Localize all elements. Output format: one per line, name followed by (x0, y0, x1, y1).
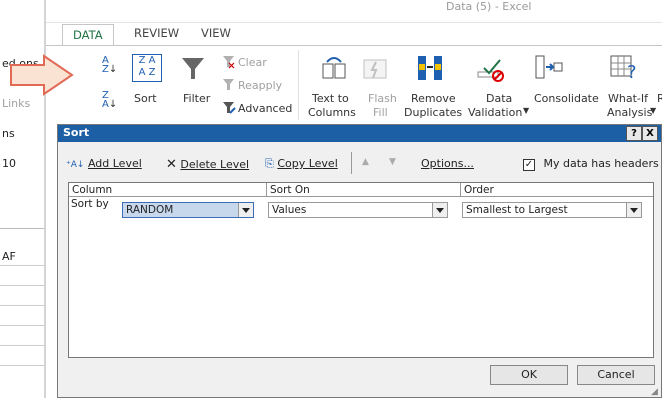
ok-button[interactable]: OK (490, 365, 568, 385)
add-level-icon: ⁺A↓ (66, 160, 85, 170)
consolidate-button[interactable]: Consolidate (534, 92, 599, 105)
headers-checkbox-row[interactable]: ✓ My data has headers (523, 157, 659, 171)
dialog-title-bar: Sort ? X (58, 125, 661, 142)
move-down-icon[interactable]: ▼ (389, 157, 396, 167)
order-select[interactable]: Smallest to Largest (462, 202, 642, 218)
ns-label-clip: ns (2, 127, 15, 140)
copy-icon: ⎘ (265, 157, 274, 170)
chevron-down-icon[interactable]: ▼ (523, 106, 529, 115)
delete-level-button[interactable]: ✕ Delete Level (166, 157, 249, 172)
clear-button[interactable]: Clear (238, 56, 267, 69)
window-title: Data (5) - Excel (446, 0, 532, 13)
sort-by-label: Sort by (71, 198, 109, 210)
what-if-icon[interactable]: ? (609, 52, 639, 85)
tab-data[interactable]: DATA (62, 24, 114, 46)
advanced-button[interactable]: Advanced (238, 102, 292, 115)
chevron-down-icon[interactable] (626, 203, 641, 217)
data-validation-icon[interactable] (476, 54, 506, 87)
reapply-icon[interactable] (222, 78, 236, 95)
sort-column-select[interactable]: RANDOM (122, 202, 254, 218)
flash-fill-icon[interactable] (362, 56, 388, 85)
data-validation-line1[interactable]: Data (486, 92, 512, 105)
sort-dialog: Sort ? X ⁺A↓ Add Level ✕ Delete Level ⎘ … (57, 124, 662, 398)
sort-a-to-z-icon[interactable]: A Z↓ (102, 56, 117, 75)
reapply-button[interactable]: Reapply (238, 79, 282, 92)
text-to-columns-icon[interactable] (321, 56, 347, 85)
highlight-arrow-icon (10, 54, 74, 99)
cell-af-clip: AF (2, 250, 16, 263)
add-level-button[interactable]: ⁺A↓ Add Level (66, 157, 142, 170)
text-to-columns-line2[interactable]: Columns (308, 106, 356, 119)
sort-on-header: Sort On (267, 183, 461, 197)
row-10-clip: 10 (2, 157, 16, 170)
flash-fill-line2[interactable]: Fill (373, 106, 388, 119)
sort-icon[interactable]: Z AA Z (132, 54, 162, 82)
data-validation-line2[interactable]: Validation (468, 106, 522, 119)
resize-grip-icon[interactable]: ◢ (651, 387, 658, 397)
tab-review[interactable]: REVIEW (134, 26, 179, 40)
headers-checkbox[interactable]: ✓ (523, 159, 535, 171)
order-header: Order (461, 183, 653, 197)
remove-duplicates-line2[interactable]: Duplicates (404, 106, 462, 119)
ribbon: A Z↓ Z AA Z Z A↓ Sort Filter Clear Reapply… (46, 45, 662, 126)
advanced-filter-icon[interactable] (222, 101, 236, 118)
what-if-line2[interactable]: Analysis (607, 106, 652, 119)
flash-fill-line1[interactable]: Flash (368, 92, 397, 105)
dialog-title: Sort (63, 126, 90, 139)
close-button[interactable]: X (642, 126, 658, 141)
sort-on-select[interactable]: Values (268, 202, 448, 218)
move-up-icon[interactable]: ▲ (362, 157, 369, 167)
svg-text:?: ? (627, 62, 637, 82)
filter-icon[interactable] (180, 56, 206, 85)
text-to-columns-line1[interactable]: Text to (312, 92, 349, 105)
delete-icon: ✕ (166, 157, 177, 172)
title-bar: Data (5) - Excel (46, 0, 662, 23)
remove-duplicates-line1[interactable]: Remove (411, 92, 456, 105)
sort-z-to-a-icon[interactable]: Z A↓ (102, 91, 117, 110)
consolidate-icon[interactable] (534, 54, 564, 85)
column-header: Column (69, 183, 267, 197)
what-if-line1[interactable]: What-If (608, 92, 648, 105)
help-button[interactable]: ? (626, 126, 642, 141)
clear-icon[interactable] (222, 55, 236, 72)
sort-button[interactable]: Sort (134, 92, 157, 105)
cancel-button[interactable]: Cancel (577, 365, 655, 385)
sort-levels-grid: Column Sort On Order Sort by RANDOM Valu… (68, 182, 654, 358)
copy-level-button[interactable]: ⎘ Copy Level (265, 157, 338, 171)
chevron-down-icon[interactable]: ▼ (650, 106, 656, 115)
options-button[interactable]: Options... (421, 157, 474, 170)
remove-duplicates-icon[interactable] (416, 54, 444, 85)
ribbon-tabs: DATA REVIEW VIEW (46, 22, 662, 46)
ribbon-r-clip: R (657, 92, 662, 105)
chevron-down-icon[interactable] (238, 203, 253, 217)
filter-button[interactable]: Filter (183, 92, 210, 105)
chevron-down-icon[interactable] (432, 203, 447, 217)
tab-view[interactable]: VIEW (201, 26, 231, 40)
